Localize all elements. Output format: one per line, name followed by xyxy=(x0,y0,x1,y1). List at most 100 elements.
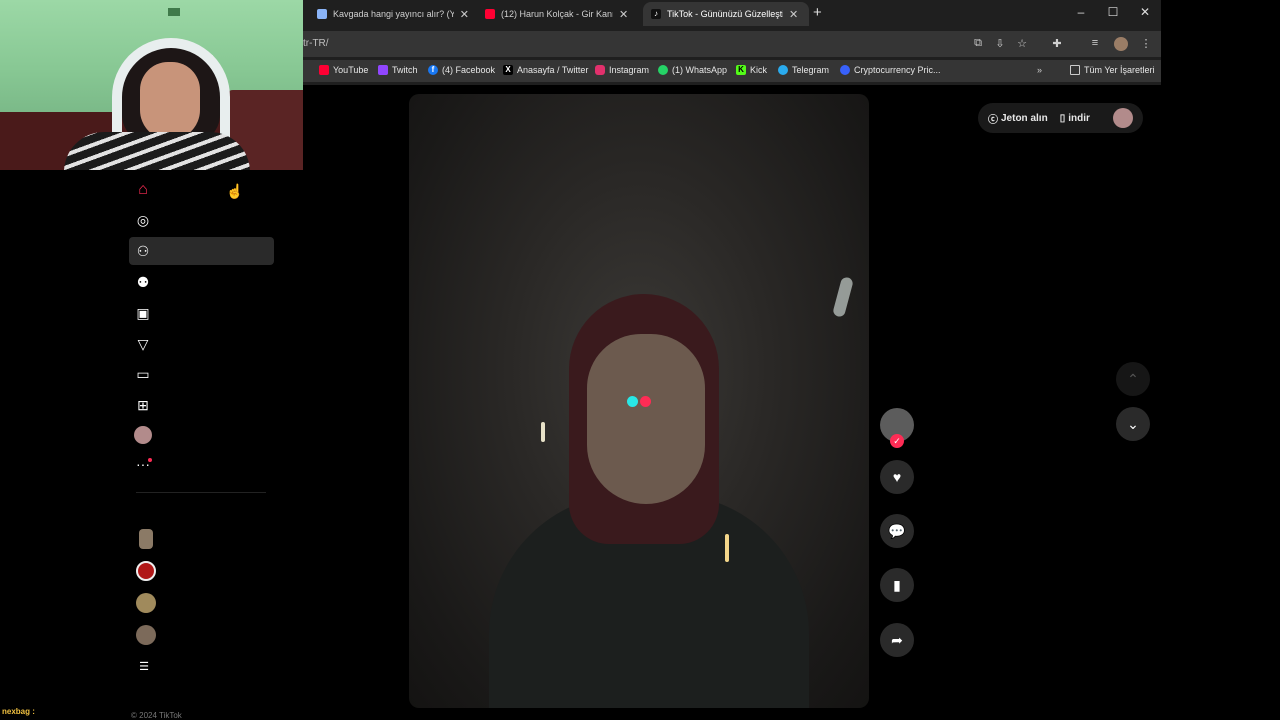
loading-spinner-pink-dot xyxy=(640,396,651,407)
previous-video-chevron-up-icon[interactable]: ⌃ xyxy=(1116,362,1150,396)
like-heart-icon[interactable]: ♥ xyxy=(880,460,914,494)
screen: Kavgada hangi yayıncı alır? (Ye ✕ (12) H… xyxy=(0,0,1280,720)
messages-send-icon[interactable]: ▽ xyxy=(134,335,152,353)
bookmark-coinmarketcap[interactable]: Cryptocurrency Pric... xyxy=(840,65,941,75)
tiktok-favicon-icon: ♪ xyxy=(651,9,661,19)
streamer-chat-tag: nexbag : xyxy=(2,707,35,716)
bookmark-kick[interactable]: K Kick xyxy=(736,65,767,75)
whatsapp-icon xyxy=(658,65,668,75)
bookmark-label: YouTube xyxy=(333,65,369,75)
tab-strip: Kavgada hangi yayıncı alır? (Ye ✕ (12) H… xyxy=(303,0,1161,28)
all-bookmarks-folder[interactable]: Tüm Yer İşaretleri xyxy=(1070,65,1155,75)
follow-check-icon[interactable]: ✓ xyxy=(890,434,904,448)
bookmark-label: Anasayfa / Twitter xyxy=(517,65,589,75)
video-player[interactable] xyxy=(409,94,869,708)
followed-account-avatar[interactable] xyxy=(139,529,153,549)
bookmark-label: Kick xyxy=(750,65,768,75)
youtube-icon xyxy=(319,65,329,75)
instagram-icon xyxy=(595,65,605,75)
download-app-button[interactable]: ▯ indir xyxy=(1060,113,1090,124)
tab-close-icon[interactable]: ✕ xyxy=(789,8,798,21)
top-actions-bar: ⓒ Jeton alın ▯ indir xyxy=(978,103,1143,133)
profile-avatar-icon[interactable] xyxy=(1114,37,1128,51)
profile-avatar-icon[interactable] xyxy=(134,426,152,444)
url-text[interactable]: tr-TR/ xyxy=(303,38,329,49)
loading-spinner-cyan-dot xyxy=(627,396,638,407)
new-tab-button[interactable]: + xyxy=(813,4,822,21)
download-label: indir xyxy=(1068,112,1090,124)
webcam-person-shirt xyxy=(64,132,250,170)
webcam-wall-detail xyxy=(168,8,180,16)
bookmark-label: Twitch xyxy=(392,65,418,75)
tab-close-icon[interactable]: ✕ xyxy=(619,8,628,21)
bookmark-star-icon[interactable]: ☆ xyxy=(1015,37,1029,50)
followed-account-avatar[interactable] xyxy=(136,593,156,613)
home-icon[interactable]: ⌂ xyxy=(134,181,152,199)
close-window-icon[interactable]: ✕ xyxy=(1135,5,1155,19)
minimize-icon[interactable]: – xyxy=(1071,5,1091,19)
live-tv-icon[interactable]: ▣ xyxy=(134,304,152,322)
bookmark-twitter[interactable]: X Anasayfa / Twitter xyxy=(503,65,588,75)
all-bookmarks-label: Tüm Yer İşaretleri xyxy=(1084,65,1155,75)
maximize-icon[interactable]: ☐ xyxy=(1103,5,1123,19)
tab-2-active[interactable]: ♪ TikTok - Gününüzü Güzelleştirin ✕ xyxy=(643,2,809,26)
tab-1[interactable]: (12) Harun Kolçak - Gir Kanıma ✕ xyxy=(477,2,639,26)
telegram-icon xyxy=(778,65,788,75)
coinmarketcap-icon xyxy=(840,65,850,75)
get-coins-button[interactable]: ⓒ Jeton alın xyxy=(988,111,1048,126)
list-icon[interactable]: ☰ xyxy=(135,658,153,676)
install-app-icon[interactable]: ⇩ xyxy=(993,37,1007,50)
sidebar-divider xyxy=(136,492,266,493)
bookmark-save-icon[interactable]: ▮ xyxy=(880,568,914,602)
user-avatar[interactable] xyxy=(1113,108,1133,128)
explore-compass-icon[interactable]: ◎ xyxy=(134,211,152,229)
bookmark-telegram[interactable]: Telegram xyxy=(778,65,829,75)
bookmarks-bar: YouTube Twitch f (4) Facebook X Anasayfa… xyxy=(303,60,1161,82)
get-coins-label: Jeton alın xyxy=(1001,112,1048,124)
bookmark-facebook[interactable]: f (4) Facebook xyxy=(428,65,495,75)
address-bar[interactable]: tr-TR/ ⧉ ⇩ ☆ ✚ ≡ ⋮ xyxy=(303,31,1161,57)
tab-title: (12) Harun Kolçak - Gir Kanıma xyxy=(501,9,613,19)
facebook-icon: f xyxy=(428,65,438,75)
phone-icon: ▯ xyxy=(1059,112,1066,124)
tab-title: TikTok - Gününüzü Güzelleştirin xyxy=(667,9,783,19)
bookmark-instagram[interactable]: Instagram xyxy=(595,65,649,75)
youtube-favicon-icon xyxy=(485,9,495,19)
bookmark-label: (4) Facebook xyxy=(442,65,496,75)
tab-favicon-icon xyxy=(317,9,327,19)
mouse-cursor-icon: ☝ xyxy=(226,183,244,199)
twitch-icon xyxy=(378,65,388,75)
bookmark-youtube[interactable]: YouTube xyxy=(319,65,368,75)
followed-account-avatar[interactable] xyxy=(136,561,156,581)
activity-inbox-icon[interactable]: ▭ xyxy=(134,365,152,383)
bookmark-twitch[interactable]: Twitch xyxy=(378,65,418,75)
kick-icon: K xyxy=(736,65,746,75)
streamer-name: nexbag : xyxy=(2,707,35,716)
video-light-glare xyxy=(541,422,545,442)
upload-plus-icon[interactable]: ⊞ xyxy=(134,396,152,414)
notification-dot xyxy=(148,458,152,462)
coin-icon: ⓒ xyxy=(988,114,998,126)
browser-window-chrome: Kavgada hangi yayıncı alır? (Ye ✕ (12) H… xyxy=(303,0,1161,85)
bookmark-label: Instagram xyxy=(609,65,650,75)
menu-kebab-icon[interactable]: ⋮ xyxy=(1139,37,1153,50)
x-icon: X xyxy=(503,65,513,75)
followed-account-avatar[interactable] xyxy=(136,625,156,645)
following-icon[interactable]: ⚇ xyxy=(134,242,152,260)
tab-0[interactable]: Kavgada hangi yayıncı alır? (Ye ✕ xyxy=(309,2,477,26)
bookmark-label: Cryptocurrency Pric... xyxy=(854,65,941,75)
tab-close-icon[interactable]: ✕ xyxy=(460,8,469,21)
media-controls-icon[interactable]: ≡ xyxy=(1088,37,1102,49)
video-light-glare xyxy=(725,534,729,562)
friends-icon[interactable]: ⚉ xyxy=(134,273,152,291)
next-video-chevron-down-icon[interactable]: ⌄ xyxy=(1116,407,1150,441)
more-bookmarks-chevron-icon[interactable]: » xyxy=(1037,65,1042,75)
translate-icon[interactable]: ⧉ xyxy=(971,37,985,50)
share-arrow-icon[interactable]: ➦ xyxy=(880,623,914,657)
video-subject-face xyxy=(587,334,705,504)
copyright-footer: © 2024 TikTok xyxy=(131,711,182,720)
bookmark-whatsapp[interactable]: (1) WhatsApp xyxy=(658,65,727,75)
webcam-overlay xyxy=(0,0,303,170)
comment-bubble-icon[interactable]: 💬 xyxy=(880,514,914,548)
extensions-icon[interactable]: ✚ xyxy=(1050,37,1064,50)
